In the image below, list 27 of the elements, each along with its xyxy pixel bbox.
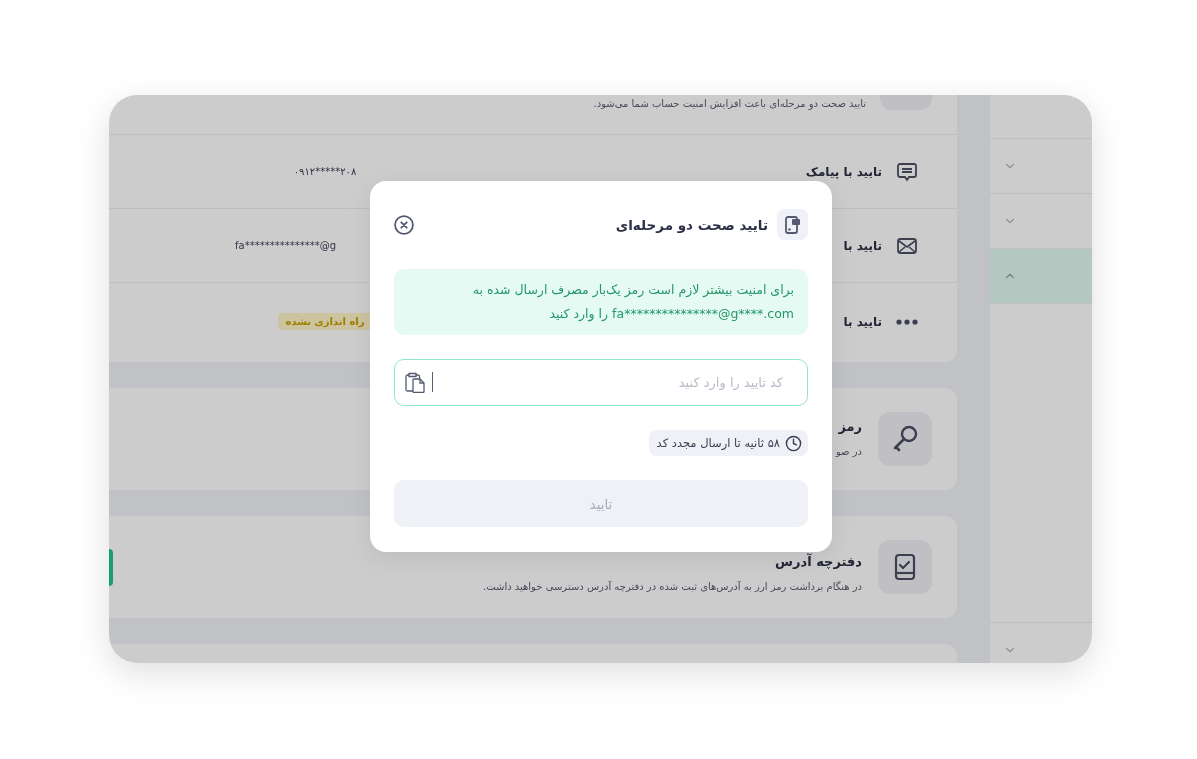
masked-value: ۰۹۱۲*****۲۰۸ [293, 166, 357, 177]
code-input[interactable]: کد تایید را وارد کنید [394, 359, 808, 406]
masked-value: fa***************@g [235, 240, 336, 251]
method-title: تایید با [843, 314, 882, 329]
intro-text: تایید صحت دو مرحله‌ای باعث افزایش امنیت حساب شما می‌شود. [593, 97, 866, 110]
method-title: تایید با [843, 238, 882, 253]
resend-countdown: ۵۸ ثانیه تا ارسال مجدد کد [656, 436, 780, 450]
message-icon [896, 160, 918, 183]
clipboard-icon[interactable] [404, 371, 426, 393]
card-description: در صو [835, 445, 862, 459]
dialog-title: تایید صحت دو مرحله‌ای [615, 216, 768, 233]
side-button[interactable] [109, 548, 113, 586]
card-title: رمز [838, 419, 862, 435]
sidebar-item[interactable] [990, 248, 1092, 304]
close-button[interactable] [394, 214, 414, 235]
notice-message: برای امنیت بیشتر لازم است رمز یک‌بار مصرف ارسال شده به fa***************@g****.com را وارد کنید [394, 269, 808, 335]
close-icon [394, 214, 414, 235]
card-title: دفترچه آدرس [775, 554, 862, 570]
method-title: تایید با پیامک [805, 164, 882, 179]
checklist-icon [878, 540, 932, 594]
phone-icon [777, 209, 808, 240]
dots-icon [896, 318, 918, 325]
icon-tile [880, 95, 932, 110]
card-description: در هنگام برداشت رمز ارز به آدرس‌های ثبت شده در دفترچه آدرس دسترسی خواهید داشت. [483, 580, 862, 594]
clock-icon [785, 434, 802, 452]
key-icon [878, 412, 932, 466]
setup-status: راه اندازی نشده [277, 313, 373, 330]
